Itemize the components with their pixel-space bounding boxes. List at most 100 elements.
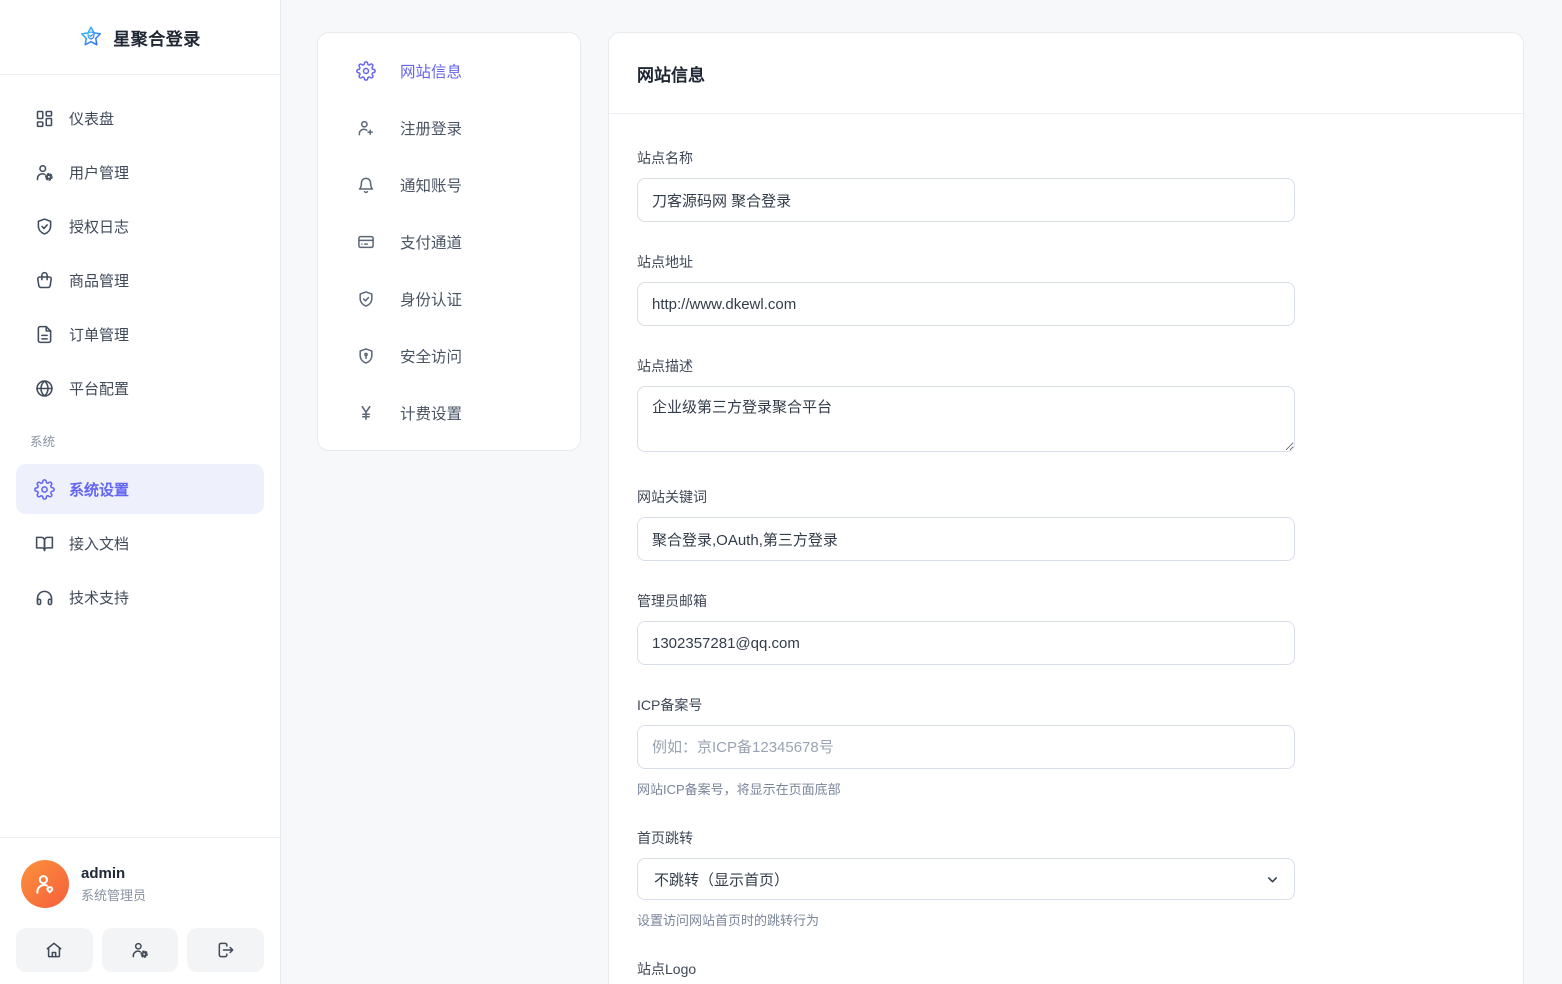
user-icon <box>36 875 54 894</box>
field-admin-email: 管理员邮箱 <box>637 591 1495 665</box>
field-label: 站点Logo <box>637 961 697 977</box>
home-button[interactable] <box>16 928 93 972</box>
brand: 星聚合登录 <box>0 0 280 75</box>
tab-billing-settings[interactable]: 计费设置 <box>318 384 580 441</box>
user-row: admin 系统管理员 <box>16 860 264 908</box>
sidebar-item-label: 系统设置 <box>69 481 130 499</box>
site-name-input[interactable] <box>637 178 1295 222</box>
tab-notify-accounts[interactable]: 通知账号 <box>318 156 580 213</box>
sidebar-item-users[interactable]: 用户管理 <box>16 147 264 197</box>
sidebar-item-dashboard[interactable]: 仪表盘 <box>16 93 264 143</box>
field-home-redirect: 首页跳转 不跳转（显示首页） 设置访问网站首页时的跳转行为 <box>637 828 1495 929</box>
field-label: ICP备案号 <box>637 697 703 713</box>
field-site-logo: 站点Logo /assets/logo.png 上传 支持 JPG、PNG、GI… <box>637 959 1495 984</box>
profile-settings-button[interactable] <box>101 928 179 972</box>
field-icp: ICP备案号 网站ICP备案号，将显示在页面底部 <box>637 695 1495 798</box>
tab-security-access[interactable]: 安全访问 <box>318 327 580 384</box>
sidebar-item-label: 接入文档 <box>69 535 130 553</box>
field-label: 站点描述 <box>637 358 693 374</box>
field-site-name: 站点名称 <box>637 148 1495 222</box>
footer-buttons <box>16 928 265 972</box>
user-plus-icon <box>358 120 373 135</box>
sidebar-item-auth-logs[interactable]: 授权日志 <box>16 201 264 251</box>
gear-icon <box>356 60 376 81</box>
field-site-description: 站点描述 企业级第三方登录聚合平台 <box>637 356 1495 457</box>
icp-help-text: 网站ICP备案号，将显示在页面底部 <box>637 782 841 797</box>
field-label: 站点地址 <box>637 254 693 270</box>
bell-icon <box>358 177 374 193</box>
user-info: admin 系统管理员 <box>81 865 146 904</box>
tab-label: 网站信息 <box>400 63 463 81</box>
sidebar-item-label: 技术支持 <box>69 589 130 607</box>
shield-check-icon <box>359 290 373 307</box>
user-role: 系统管理员 <box>81 887 147 903</box>
avatar <box>21 860 69 908</box>
sidebar: 星聚合登录 仪表盘 用户管理 授权日志 商品管理 订单管理 平台配置 系统 系统… <box>0 0 281 984</box>
tab-site-info[interactable]: 网站信息 <box>318 42 580 99</box>
sidebar-item-label: 商品管理 <box>69 272 130 290</box>
headphones-icon <box>36 590 53 605</box>
field-site-url: 站点地址 <box>637 252 1495 326</box>
keywords-input[interactable] <box>637 517 1295 561</box>
sidebar-footer: admin 系统管理员 <box>0 837 280 984</box>
chevron-down-icon <box>1268 876 1277 882</box>
app-logo-star-icon <box>81 26 102 46</box>
book-open-icon <box>35 536 54 551</box>
field-label: 网站关键词 <box>637 489 707 505</box>
site-url-input[interactable] <box>637 282 1295 326</box>
logout-icon <box>218 942 234 958</box>
gear-icon <box>34 478 55 500</box>
user-name: admin <box>81 864 126 882</box>
sidebar-item-label: 用户管理 <box>69 164 130 182</box>
field-label: 管理员邮箱 <box>637 593 707 609</box>
sidebar-section-system: 系统 <box>30 435 56 449</box>
home-redirect-help-text: 设置访问网站首页时的跳转行为 <box>637 913 820 928</box>
panel-header: 网站信息 <box>609 33 1523 114</box>
site-info-panel: 网站信息 站点名称 站点地址 站点描述 企业级第三方登录聚合平台 网站关键词 管… <box>608 32 1524 984</box>
tab-label: 安全访问 <box>400 348 463 366</box>
sidebar-item-label: 授权日志 <box>69 218 130 236</box>
logout-button[interactable] <box>187 928 265 972</box>
panel-title: 网站信息 <box>637 65 705 85</box>
field-label: 首页跳转 <box>637 830 693 846</box>
settings-menu: 网站信息 注册登录 通知账号 支付通道 身份认证 安全访问 计费设置 <box>317 32 581 451</box>
home-icon <box>46 942 62 958</box>
app-title: 星聚合登录 <box>113 29 201 49</box>
sidebar-item-docs[interactable]: 接入文档 <box>16 518 264 568</box>
tab-label: 支付通道 <box>400 234 463 252</box>
sidebar-item-system-settings[interactable]: 系统设置 <box>16 464 264 514</box>
sidebar-item-platforms[interactable]: 平台配置 <box>16 363 264 413</box>
main-area: 网站信息 注册登录 通知账号 支付通道 身份认证 安全访问 计费设置 网站信息 … <box>281 0 1562 984</box>
dashboard-icon <box>36 110 53 127</box>
shield-lock-icon <box>359 347 373 364</box>
credit-card-icon <box>358 235 374 248</box>
tab-label: 通知账号 <box>400 177 463 195</box>
home-redirect-selected-value: 不跳转（显示首页） <box>654 871 790 889</box>
field-label: 站点名称 <box>637 150 693 166</box>
globe-icon <box>36 379 53 397</box>
sidebar-item-label: 订单管理 <box>69 326 130 344</box>
sidebar-nav: 仪表盘 用户管理 授权日志 商品管理 订单管理 平台配置 系统 系统设置 接入文… <box>0 75 280 837</box>
icp-input[interactable] <box>637 725 1295 769</box>
home-redirect-select[interactable]: 不跳转（显示首页） <box>637 858 1295 900</box>
sidebar-item-label: 平台配置 <box>69 380 130 398</box>
tab-label: 身份认证 <box>400 291 463 309</box>
shopping-bag-icon <box>37 271 52 288</box>
file-text-icon <box>37 325 52 343</box>
sidebar-item-orders[interactable]: 订单管理 <box>16 309 264 359</box>
field-keywords: 网站关键词 <box>637 487 1495 561</box>
user-cog-icon <box>132 942 148 958</box>
site-description-textarea[interactable]: 企业级第三方登录聚合平台 <box>637 386 1295 452</box>
tab-label: 计费设置 <box>400 405 463 423</box>
panel-body: 站点名称 站点地址 站点描述 企业级第三方登录聚合平台 网站关键词 管理员邮箱 … <box>609 114 1523 984</box>
tab-payment-channels[interactable]: 支付通道 <box>318 213 580 270</box>
yen-icon <box>361 405 371 420</box>
admin-email-input[interactable] <box>637 621 1295 665</box>
tab-label: 注册登录 <box>400 120 463 138</box>
sidebar-item-products[interactable]: 商品管理 <box>16 255 264 305</box>
sidebar-item-support[interactable]: 技术支持 <box>16 572 264 622</box>
tab-register-login[interactable]: 注册登录 <box>318 99 580 156</box>
tab-identity-auth[interactable]: 身份认证 <box>318 270 580 327</box>
shield-check-icon <box>37 217 52 235</box>
user-cog-icon <box>36 164 53 181</box>
